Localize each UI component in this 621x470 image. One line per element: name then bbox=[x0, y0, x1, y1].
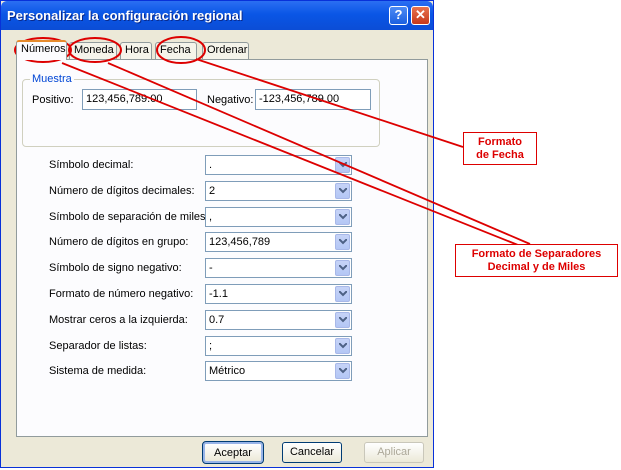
setting-label: Símbolo decimal: bbox=[49, 159, 134, 171]
dropdown-button[interactable] bbox=[335, 337, 350, 354]
setting-label: Sistema de medida: bbox=[49, 365, 147, 378]
dropdown-button[interactable] bbox=[335, 363, 350, 380]
close-button[interactable]: ✕ bbox=[411, 6, 430, 25]
chevron-down-icon bbox=[339, 213, 347, 220]
title-bar[interactable]: Personalizar la configuración regional ?… bbox=[1, 1, 433, 30]
setting-label: Símbolo de separación de miles: bbox=[49, 210, 209, 223]
dropdown-button[interactable] bbox=[335, 260, 350, 277]
dropdown-button[interactable] bbox=[335, 208, 350, 225]
chevron-down-icon bbox=[339, 316, 347, 323]
setting-value: 0.7 bbox=[209, 313, 225, 326]
negative-label: Negativo: bbox=[207, 94, 254, 106]
separators-format-annotation: Formato de Separadores Decimal y de Mile… bbox=[471, 248, 602, 273]
setting-value: 2 bbox=[209, 184, 216, 197]
cancel-button[interactable]: Cancelar bbox=[282, 442, 342, 463]
chevron-down-icon bbox=[339, 291, 347, 297]
chevron-down-icon bbox=[339, 265, 347, 271]
chevron-down-icon bbox=[339, 239, 347, 245]
apply-button[interactable]: Aplicar bbox=[364, 442, 424, 463]
positive-sample-field: 123,456,789.00 bbox=[82, 89, 197, 110]
sample-group-label: Muestra bbox=[30, 73, 74, 85]
setting-combo[interactable]: 2 bbox=[205, 180, 352, 201]
tab-label: Ordenar bbox=[207, 44, 248, 56]
tab-label: Hora bbox=[125, 44, 149, 56]
dropdown-button[interactable] bbox=[335, 286, 350, 302]
setting-combo[interactable]: , bbox=[205, 206, 352, 227]
setting-value: Métrico bbox=[209, 365, 246, 378]
question-mark-icon: ? bbox=[394, 7, 403, 22]
chevron-down-icon bbox=[339, 187, 347, 194]
setting-value: -1.1 bbox=[209, 288, 228, 300]
setting-value: 123,456,789 bbox=[209, 236, 271, 249]
help-button[interactable]: ? bbox=[389, 6, 408, 25]
separators-format-callout: Formato de Separadores Decimal y de Mile… bbox=[455, 244, 618, 277]
tab-hora[interactable]: Hora bbox=[120, 42, 152, 59]
chevron-down-icon bbox=[339, 162, 347, 168]
setting-value: - bbox=[209, 262, 213, 275]
setting-value: . bbox=[209, 159, 213, 171]
setting-combo[interactable]: 0.7 bbox=[205, 309, 352, 330]
dropdown-button[interactable] bbox=[335, 157, 350, 173]
setting-label: Mostrar ceros a la izquierda: bbox=[49, 313, 188, 326]
setting-combo[interactable]: Métrico bbox=[205, 361, 352, 382]
tab-fecha[interactable]: Fecha bbox=[155, 42, 197, 59]
setting-label: Formato de número negativo: bbox=[49, 288, 194, 300]
accept-button[interactable]: Aceptar bbox=[202, 441, 264, 464]
tab-label: Moneda bbox=[74, 44, 114, 56]
tab-label: Números bbox=[21, 43, 66, 55]
date-format-annotation: Formato de Fecha bbox=[476, 136, 524, 161]
setting-value: ; bbox=[209, 339, 213, 352]
setting-label: Separador de listas: bbox=[49, 339, 147, 352]
tab-label: Fecha bbox=[160, 44, 191, 56]
chevron-down-icon bbox=[339, 368, 347, 374]
setting-combo[interactable]: 123,456,789 bbox=[205, 232, 352, 253]
setting-value: , bbox=[209, 210, 213, 223]
dropdown-button[interactable] bbox=[335, 234, 350, 251]
tab-numeros[interactable]: Números bbox=[16, 40, 67, 60]
tab-moneda[interactable]: Moneda bbox=[69, 42, 117, 59]
chevron-down-icon bbox=[339, 342, 347, 349]
window-title: Personalizar la configuración regional bbox=[7, 8, 243, 23]
setting-combo[interactable]: . bbox=[205, 155, 352, 175]
setting-combo[interactable]: -1.1 bbox=[205, 284, 352, 304]
setting-label: Número de dígitos decimales: bbox=[49, 184, 195, 197]
dropdown-button[interactable] bbox=[335, 182, 350, 199]
setting-combo[interactable]: ; bbox=[205, 335, 352, 356]
tab-ordenar[interactable]: Ordenar bbox=[202, 42, 249, 59]
date-format-callout: Formato de Fecha bbox=[463, 132, 537, 165]
setting-combo[interactable]: - bbox=[205, 258, 352, 279]
negative-sample-field: -123,456,789.00 bbox=[255, 89, 371, 110]
setting-label: Número de dígitos en grupo: bbox=[49, 236, 189, 249]
setting-label: Símbolo de signo negativo: bbox=[49, 262, 182, 275]
close-icon: ✕ bbox=[415, 7, 426, 22]
positive-label: Positivo: bbox=[32, 94, 74, 106]
dropdown-button[interactable] bbox=[335, 311, 350, 328]
